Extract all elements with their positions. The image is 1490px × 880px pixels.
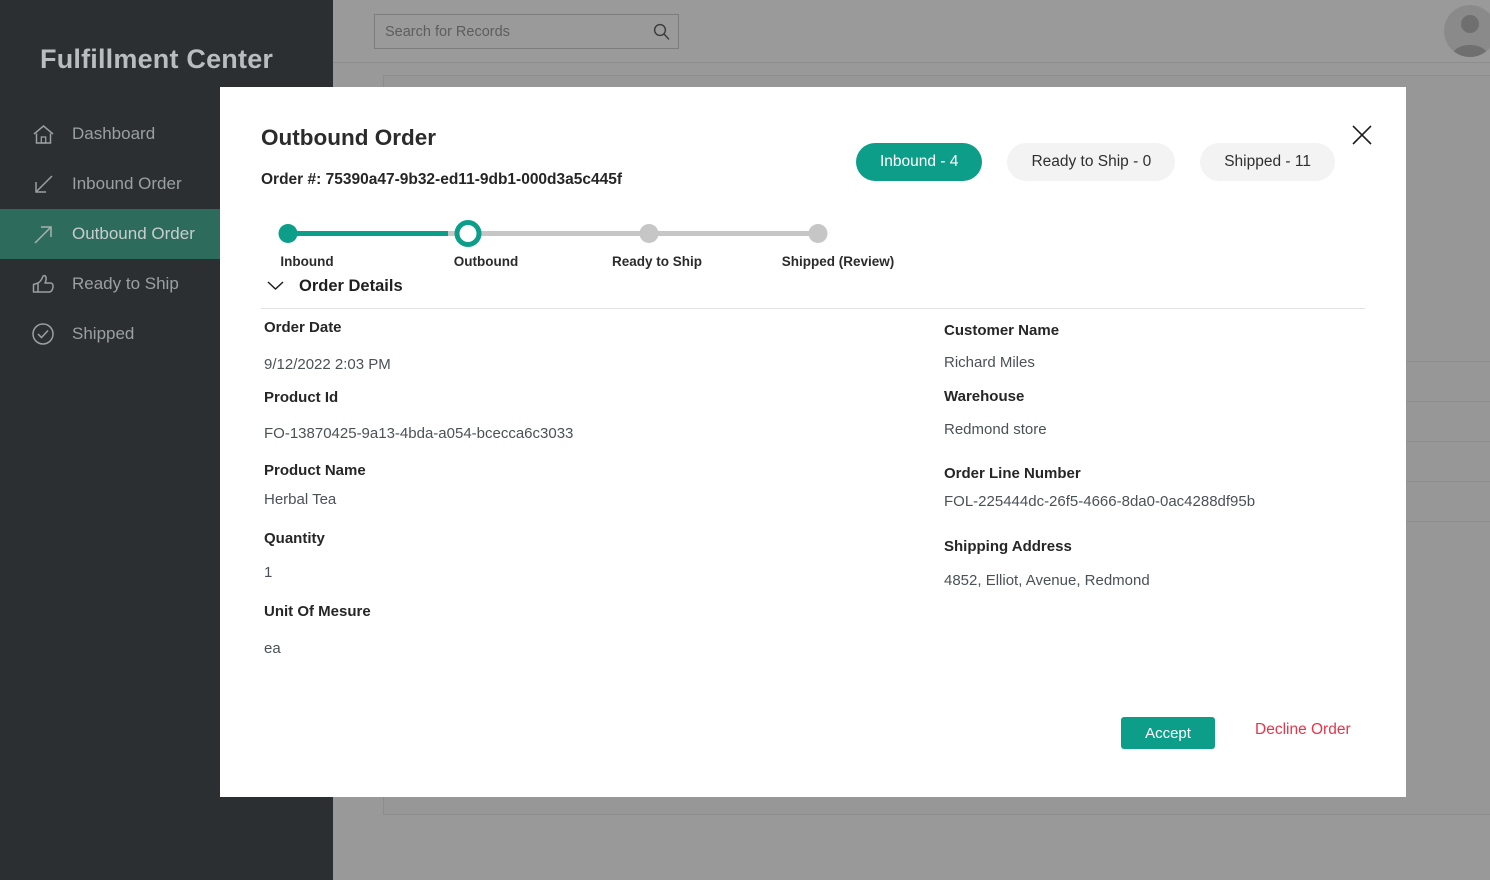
field-value: Herbal Tea <box>264 491 337 508</box>
field-label: Order Line Number <box>944 465 1081 482</box>
chevron-down-icon <box>266 278 285 296</box>
field-customer-name: Customer Name Richard Miles <box>944 322 1374 371</box>
order-progress-stepper: Inbound Outbound Ready to Ship Shipped (… <box>266 215 894 280</box>
field-label: Shipping Address <box>944 538 1072 555</box>
field-value: Richard Miles <box>944 354 1035 371</box>
field-value: 4852, Elliot, Avenue, Redmond <box>944 572 1150 589</box>
field-label: Quantity <box>264 530 325 547</box>
field-shipping-address: Shipping Address 4852, Elliot, Avenue, R… <box>944 538 1374 589</box>
stepper-dot-current <box>454 220 482 247</box>
check-circle-icon <box>24 320 62 348</box>
pill-label: Inbound - 4 <box>880 153 959 170</box>
app-root: Fulfillment Center Dashboard <box>0 0 1490 880</box>
field-label: Product Name <box>264 462 366 479</box>
order-details-caption: Order Details <box>299 277 403 295</box>
stepper-dot <box>639 224 659 243</box>
field-value: Redmond store <box>944 421 1047 438</box>
field-warehouse: Warehouse Redmond store <box>944 388 1374 438</box>
field-label: Unit Of Mesure <box>264 603 371 620</box>
stepper-step-label: Outbound <box>453 254 519 269</box>
search-icon[interactable] <box>644 23 678 40</box>
field-product-id: Product Id FO-13870425-9a13-4bda-a054-bc… <box>264 389 904 442</box>
pill-label: Shipped - 11 <box>1224 153 1311 170</box>
pill-inbound[interactable]: Inbound - 4 <box>856 143 983 181</box>
field-value: ea <box>264 640 281 657</box>
decline-order-button[interactable]: Decline Order <box>1255 721 1351 739</box>
sidebar-item-label: Shipped <box>72 324 135 343</box>
field-quantity: Quantity 1 <box>264 530 904 581</box>
field-value: 1 <box>264 564 273 581</box>
field-label: Customer Name <box>944 322 1060 339</box>
sidebar-item-label: Ready to Ship <box>72 274 179 293</box>
stepper-step-label: Ready to Ship <box>611 254 703 269</box>
order-details-toggle[interactable]: Order Details <box>266 277 403 296</box>
accept-button[interactable]: Accept <box>1121 717 1215 749</box>
pill-label: Ready to Ship - 0 <box>1031 153 1152 170</box>
status-filter-pills: Inbound - 4 Ready to Ship - 0 Shipped - … <box>856 143 1335 181</box>
stepper-dot <box>278 224 298 243</box>
stepper-track-fill <box>288 231 448 236</box>
field-label: Product Id <box>264 389 339 406</box>
stepper-step-label: Inbound <box>280 254 334 269</box>
field-label: Order Date <box>264 319 342 336</box>
order-number: Order #: 75390a47-9b32-ed11-9db1-000d3a5… <box>261 171 623 188</box>
section-divider <box>261 308 1365 309</box>
field-value: 9/12/2022 2:03 PM <box>264 356 391 373</box>
field-order-line-number: Order Line Number FOL-225444dc-26f5-4666… <box>944 465 1374 510</box>
order-details-right-column: Customer Name Richard Miles Warehouse Re… <box>944 319 1374 589</box>
search-input[interactable] <box>375 23 644 40</box>
stepper-dot <box>808 224 828 243</box>
arrow-down-left-icon <box>24 170 62 198</box>
field-value: FOL-225444dc-26f5-4666-8da0-0ac4288df95b <box>944 493 1256 510</box>
pill-ready-to-ship[interactable]: Ready to Ship - 0 <box>1007 143 1176 181</box>
user-avatar-icon[interactable] <box>1444 5 1490 57</box>
close-icon[interactable] <box>1345 118 1379 152</box>
sidebar-item-label: Dashboard <box>72 124 156 143</box>
arrow-up-right-icon <box>24 220 62 248</box>
sidebar-item-label: Outbound Order <box>72 224 195 243</box>
search-box[interactable] <box>374 14 679 49</box>
stepper-step-label: Shipped (Review) <box>781 254 895 269</box>
app-title: Fulfillment Center <box>40 44 274 74</box>
home-icon <box>24 120 62 148</box>
field-label: Warehouse <box>944 388 1025 405</box>
field-value: FO-13870425-9a13-4bda-a054-bcecca6c3033 <box>264 425 574 442</box>
field-order-date: Order Date 9/12/2022 2:03 PM <box>264 319 904 373</box>
field-unit-of-measure: Unit Of Mesure ea <box>264 603 904 657</box>
order-details-left-column: Order Date 9/12/2022 2:03 PM Product Id … <box>264 319 904 657</box>
top-bar <box>333 0 1490 63</box>
outbound-order-modal: Outbound Order Order #: 75390a47-9b32-ed… <box>220 87 1406 797</box>
pill-shipped[interactable]: Shipped - 11 <box>1200 143 1335 181</box>
page-title: Outbound Order <box>261 125 436 150</box>
field-product-name: Product Name Herbal Tea <box>264 462 904 508</box>
sidebar-item-label: Inbound Order <box>72 174 182 193</box>
thumbs-up-icon <box>24 270 62 298</box>
